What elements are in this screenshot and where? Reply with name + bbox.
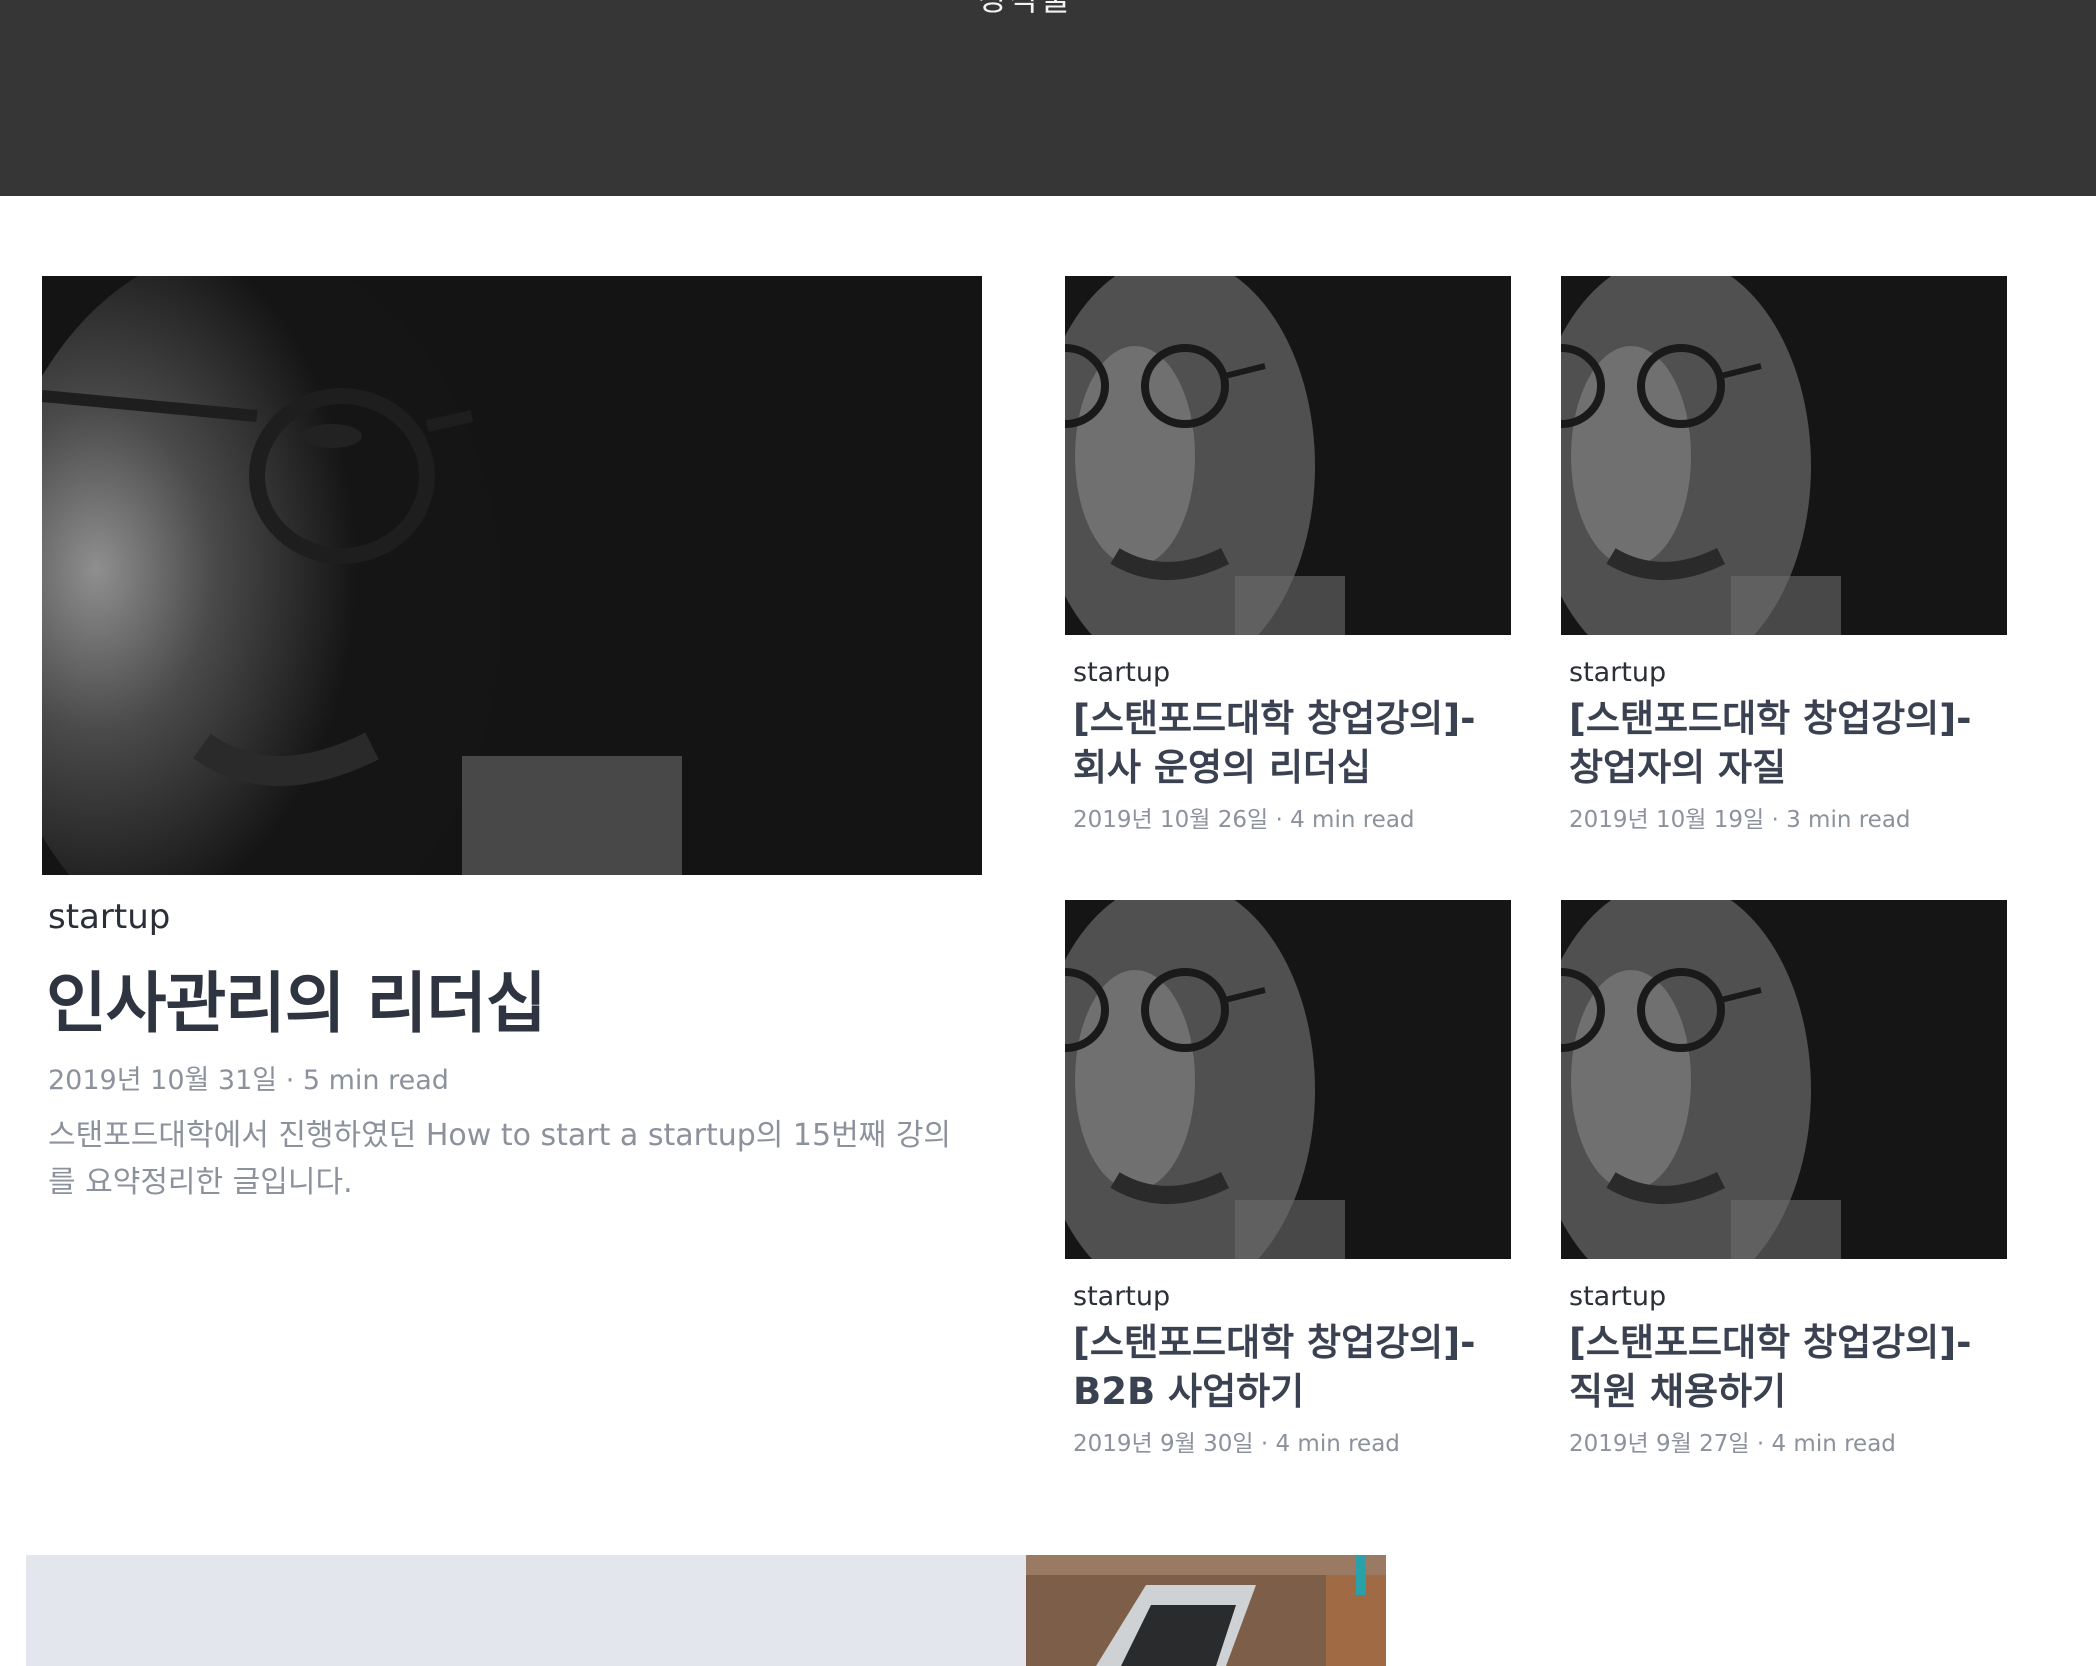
post-card[interactable]: startup [스탠포드대학 창업강의]- 직원 채용하기 2019년 9월 … xyxy=(1561,900,2007,1458)
post-meta: 2019년 9월 30일 · 4 min read xyxy=(1073,1431,1400,1457)
next-post-image[interactable] xyxy=(1026,1555,1386,1666)
post-meta: 2019년 10월 26일 · 4 min read xyxy=(1073,807,1415,833)
post-category[interactable]: startup xyxy=(1569,657,2007,688)
post-image[interactable] xyxy=(1561,276,2007,635)
post-image[interactable] xyxy=(1065,276,1511,635)
featured-post-image[interactable] xyxy=(42,276,982,875)
post-category[interactable]: startup xyxy=(1073,1281,1511,1312)
post-title[interactable]: [스탠포드대학 창업강의]- B2B 사업하기 xyxy=(1073,1318,1503,1416)
featured-title[interactable]: 인사관리의 리더십 xyxy=(46,950,547,1046)
post-card[interactable]: startup [스탠포드대학 창업강의]- B2B 사업하기 2019년 9월… xyxy=(1065,900,1511,1458)
post-category[interactable]: startup xyxy=(1569,1281,2007,1312)
site-header: 창작물 xyxy=(0,0,2096,196)
post-title[interactable]: [스탠포드대학 창업강의]- 직원 채용하기 xyxy=(1569,1318,1999,1416)
next-post-panel[interactable] xyxy=(26,1555,1026,1666)
post-title[interactable]: [스탠포드대학 창업강의]- 창업자의 자질 xyxy=(1569,694,1999,792)
header-title: 창작물 xyxy=(978,0,1072,20)
post-image[interactable] xyxy=(1561,900,2007,1259)
post-category[interactable]: startup xyxy=(1073,657,1511,688)
post-meta: 2019년 9월 27일 · 4 min read xyxy=(1569,1431,1896,1457)
post-title[interactable]: [스탠포드대학 창업강의]- 회사 운영의 리더십 xyxy=(1073,694,1503,792)
post-meta: 2019년 10월 19일 · 3 min read xyxy=(1569,807,1911,833)
post-card[interactable]: startup [스탠포드대학 창업강의]- 창업자의 자질 2019년 10월… xyxy=(1561,276,2007,834)
featured-category[interactable]: startup xyxy=(48,897,170,937)
featured-meta: 2019년 10월 31일 · 5 min read xyxy=(48,1065,449,1096)
post-card[interactable]: startup [스탠포드대학 창업강의]- 회사 운영의 리더십 2019년 … xyxy=(1065,276,1511,834)
featured-excerpt: 스탠포드대학에서 진행하였던 How to start a startup의 1… xyxy=(48,1118,952,1200)
post-image[interactable] xyxy=(1065,900,1511,1259)
